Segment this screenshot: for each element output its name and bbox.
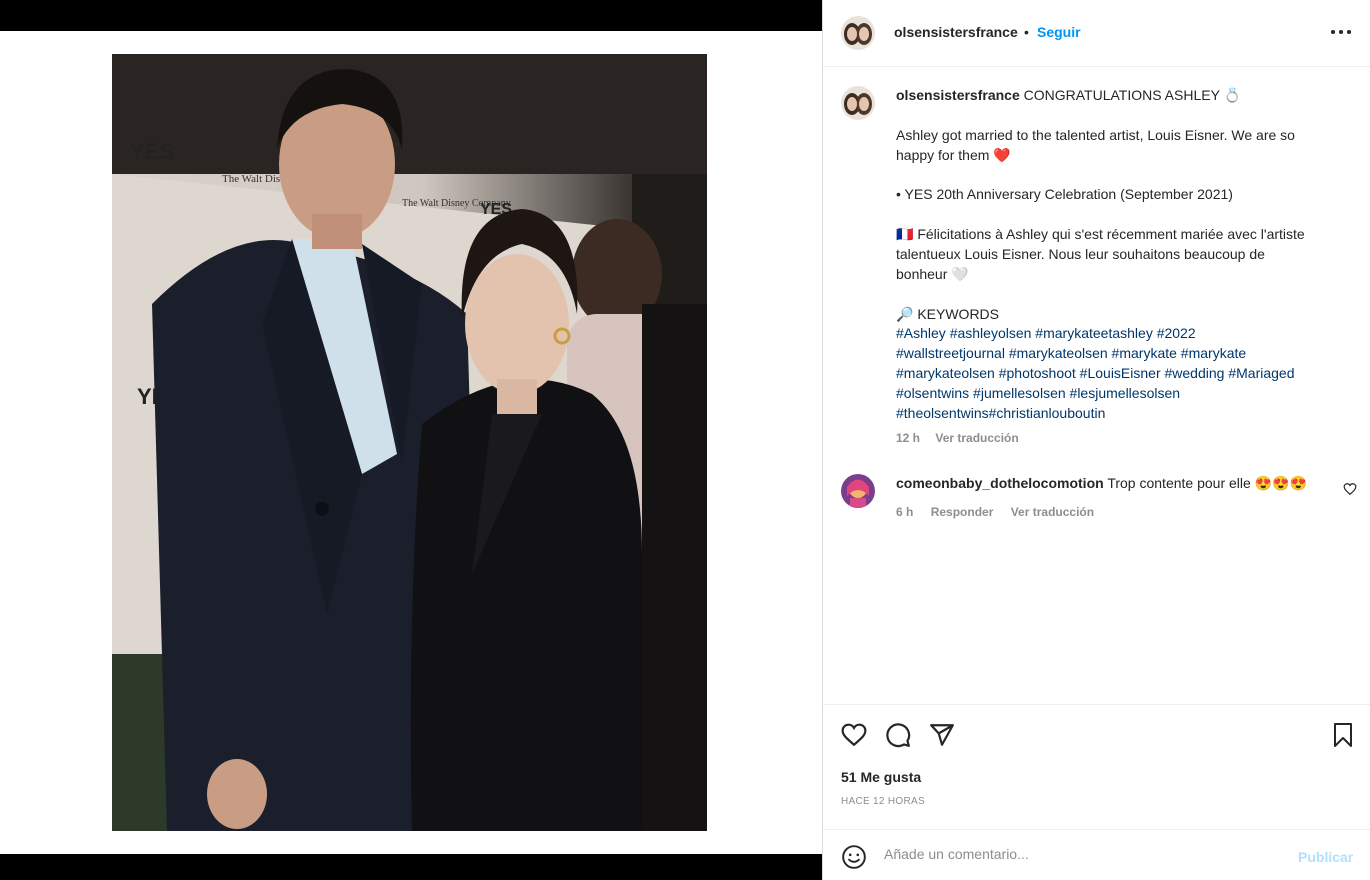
save-bookmark-icon[interactable]	[1331, 722, 1355, 748]
post-timestamp: HACE 12 HORAS	[841, 796, 925, 807]
caption-line: 🔎 KEYWORDS	[896, 305, 999, 322]
caption-time[interactable]: 12 h	[896, 431, 920, 445]
caption-line	[896, 285, 1346, 305]
caption-first-line: olsensistersfrance CONGRATULATIONS ASHLE…	[896, 86, 1346, 106]
comment-input[interactable]	[884, 846, 1264, 862]
media-pane: YES The Walt Disney The Walt Disney Comp…	[0, 0, 822, 880]
caption-line: talentueux Louis Eisner. Nous leur souha…	[896, 245, 1265, 262]
caption-line: happy for them ❤️	[896, 146, 1011, 163]
header-avatar[interactable]	[841, 16, 875, 50]
caption-line: • YES 20th Anniversary Celebration (Sept…	[896, 186, 1233, 203]
share-send-icon[interactable]	[929, 722, 955, 748]
comment-like-heart-icon[interactable]	[1343, 482, 1357, 496]
caption-translate-link[interactable]: Ver traducción	[935, 431, 1018, 445]
header-separator: •	[1024, 24, 1029, 40]
follow-button[interactable]: Seguir	[1037, 24, 1081, 40]
comment-avatar[interactable]	[841, 474, 875, 508]
caption-line: Ashley got married to the talented artis…	[896, 126, 1295, 143]
hashtag-line[interactable]: #Ashley #ashleyolsen #marykateetashley #…	[896, 324, 1346, 344]
caption-line	[896, 205, 1346, 225]
comment-time[interactable]: 6 h	[896, 505, 913, 519]
avatar-image	[841, 474, 875, 508]
post-sidebar: olsensistersfrance • Seguir olsensisters…	[822, 0, 1370, 880]
add-comment-bar: Publicar	[823, 829, 1370, 880]
hashtag-line[interactable]: #theolsentwins#christianlouboutin	[896, 404, 1346, 424]
caption-line	[896, 106, 1346, 126]
emoji-smiley-icon[interactable]	[841, 844, 867, 870]
comment-bubble-icon[interactable]	[885, 722, 911, 748]
caption-line: bonheur 🤍	[896, 265, 969, 282]
caption-meta: 12 h Ver traducción	[896, 429, 1346, 449]
avatar-image	[841, 16, 875, 50]
comment-item: comeonbaby_dothelocomotion Trop contente…	[896, 474, 1336, 494]
comment-reply-button[interactable]: Responder	[931, 505, 994, 519]
likes-count[interactable]: 51 Me gusta	[841, 769, 921, 785]
svg-text:YES: YES	[130, 139, 174, 164]
caption-line	[896, 165, 1346, 185]
post-caption: olsensistersfrance CONGRATULATIONS ASHLE…	[896, 86, 1346, 449]
avatar-image	[841, 86, 875, 120]
comment-translate-link[interactable]: Ver traducción	[1011, 505, 1094, 519]
publish-button[interactable]: Publicar	[1298, 849, 1353, 865]
caption-avatar[interactable]	[841, 86, 875, 120]
photo-illustration: YES The Walt Disney The Walt Disney Comp…	[112, 54, 707, 831]
post-photo[interactable]: YES The Walt Disney The Walt Disney Comp…	[112, 54, 707, 831]
caption-line: CONGRATULATIONS ASHLEY 💍	[1023, 87, 1241, 103]
hashtag-line[interactable]: #marykateolsen #photoshoot #LouisEisner …	[896, 364, 1346, 384]
comment-text: Trop contente pour elle 😍😍😍	[1107, 475, 1307, 491]
caption-line: 🇫🇷 Félicitations à Ashley qui s'est réce…	[896, 226, 1305, 243]
caption-username[interactable]: olsensistersfrance	[896, 87, 1020, 103]
header-username[interactable]: olsensistersfrance	[894, 24, 1018, 40]
more-options-icon[interactable]	[1328, 22, 1354, 42]
comment-meta: 6 h Responder Ver traducción	[896, 505, 1108, 519]
post-header: olsensistersfrance • Seguir	[823, 0, 1370, 67]
like-heart-icon[interactable]	[841, 722, 867, 748]
post-actions: 51 Me gusta HACE 12 HORAS	[823, 704, 1370, 829]
hashtag-line[interactable]: #wallstreetjournal #marykateolsen #maryk…	[896, 344, 1346, 364]
comment-username[interactable]: comeonbaby_dothelocomotion	[896, 475, 1104, 491]
hashtag-line[interactable]: #olsentwins #jumellesolsen #lesjumelleso…	[896, 384, 1346, 404]
